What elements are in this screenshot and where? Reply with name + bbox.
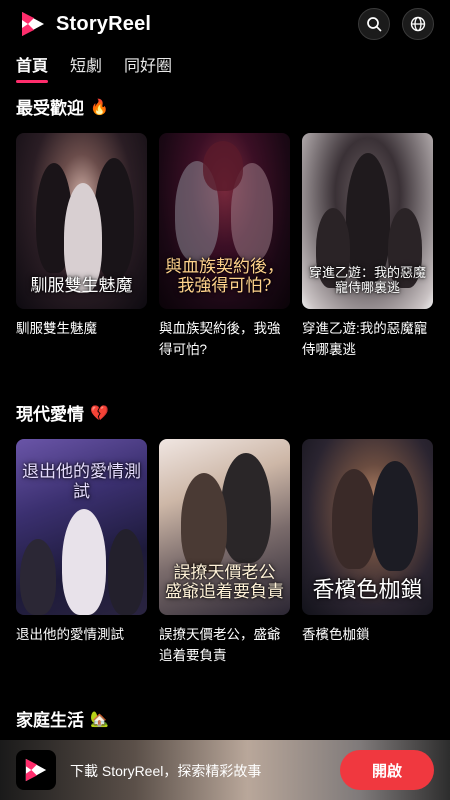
app-name[interactable]: StoryReel [56,13,151,36]
section-title-family: 家庭生活 🏡 [16,706,109,731]
poster-title: 誤撩天價老公 盛爺追着要負責 [165,562,284,603]
drama-title[interactable]: 退出他的愛情測試 [16,624,147,645]
section-title-popular: 最受歡迎 🔥 [16,94,109,119]
house-icon: 🏡 [90,710,109,728]
drama-title[interactable]: 香檳色枷鎖 [302,624,433,645]
poster-title: 穿進乙遊：我的惡魔寵侍哪裏逃 [308,266,426,297]
poster-title: 香檳色枷鎖 [312,577,423,603]
poster-image[interactable]: 馴服雙生魅魔 [16,133,147,309]
drama-card[interactable]: 馴服雙生魅魔 馴服雙生魅魔 [16,133,147,360]
language-button[interactable] [402,8,434,40]
section-title-text: 家庭生活 [16,711,84,730]
poster-image[interactable]: 退出他的愛情測試 [16,439,147,615]
poster-image[interactable]: 香檳色枷鎖 [302,439,433,615]
broken-heart-icon: 💔 [90,404,109,422]
drama-card[interactable]: 香檳色枷鎖 香檳色枷鎖 [302,439,433,666]
section-title-romance: 現代愛情 💔 [16,400,109,425]
tab-fan-circle[interactable]: 同好圈 [124,52,172,81]
poster-image[interactable]: 誤撩天價老公 盛爺追着要負責 [159,439,290,615]
tab-short-drama[interactable]: 短劇 [70,52,102,81]
globe-icon [410,16,426,32]
poster-image[interactable]: 與血族契約後，我強得可怕? [159,133,290,309]
search-icon [367,17,382,32]
storyreel-logo-icon[interactable] [20,10,46,38]
open-app-button[interactable]: 開啟 [340,750,434,790]
popular-list: 馴服雙生魅魔 馴服雙生魅魔 與血族契約後，我強得可怕? 與血族契約後，我強得可怕… [16,133,433,360]
drama-card[interactable]: 退出他的愛情測試 退出他的愛情測試 [16,439,147,666]
poster-image[interactable]: 穿進乙遊：我的惡魔寵侍哪裏逃 [302,133,433,309]
section-title-text: 最受歡迎 [16,99,84,118]
drama-card[interactable]: 與血族契約後，我強得可怕? 與血族契約後，我強得可怕? [159,133,290,360]
poster-title: 與血族契約後，我強得可怕? [165,256,284,297]
search-button[interactable] [358,8,390,40]
banner-text: 下載 StoryReel，探索精彩故事 [70,763,262,779]
drama-title[interactable]: 穿進乙遊:我的惡魔寵侍哪裏逃 [302,318,433,360]
drama-card[interactable]: 誤撩天價老公 盛爺追着要負責 誤撩天價老公，盛爺追着要負責 [159,439,290,666]
tab-home[interactable]: 首頁 [16,52,49,83]
category-tabs: 首頁 短劇 同好圈 [16,52,172,83]
drama-title[interactable]: 馴服雙生魅魔 [16,318,147,339]
storyreel-logo-icon [25,758,47,782]
poster-title: 退出他的愛情測試 [22,462,141,502]
poster-title: 馴服雙生魅魔 [30,276,133,297]
download-banner: 下載 StoryReel，探索精彩故事 開啟 [0,740,450,800]
drama-title[interactable]: 與血族契約後，我強得可怕? [159,318,290,360]
section-title-text: 現代愛情 [16,405,84,424]
banner-app-logo [16,750,56,790]
app-header: StoryReel [0,0,450,48]
drama-title[interactable]: 誤撩天價老公，盛爺追着要負責 [159,624,290,666]
romance-list: 退出他的愛情測試 退出他的愛情測試 誤撩天價老公 盛爺追着要負責 誤撩天價老公，… [16,439,433,666]
drama-card[interactable]: 穿進乙遊：我的惡魔寵侍哪裏逃 穿進乙遊:我的惡魔寵侍哪裏逃 [302,133,433,360]
fire-icon: 🔥 [90,98,109,116]
